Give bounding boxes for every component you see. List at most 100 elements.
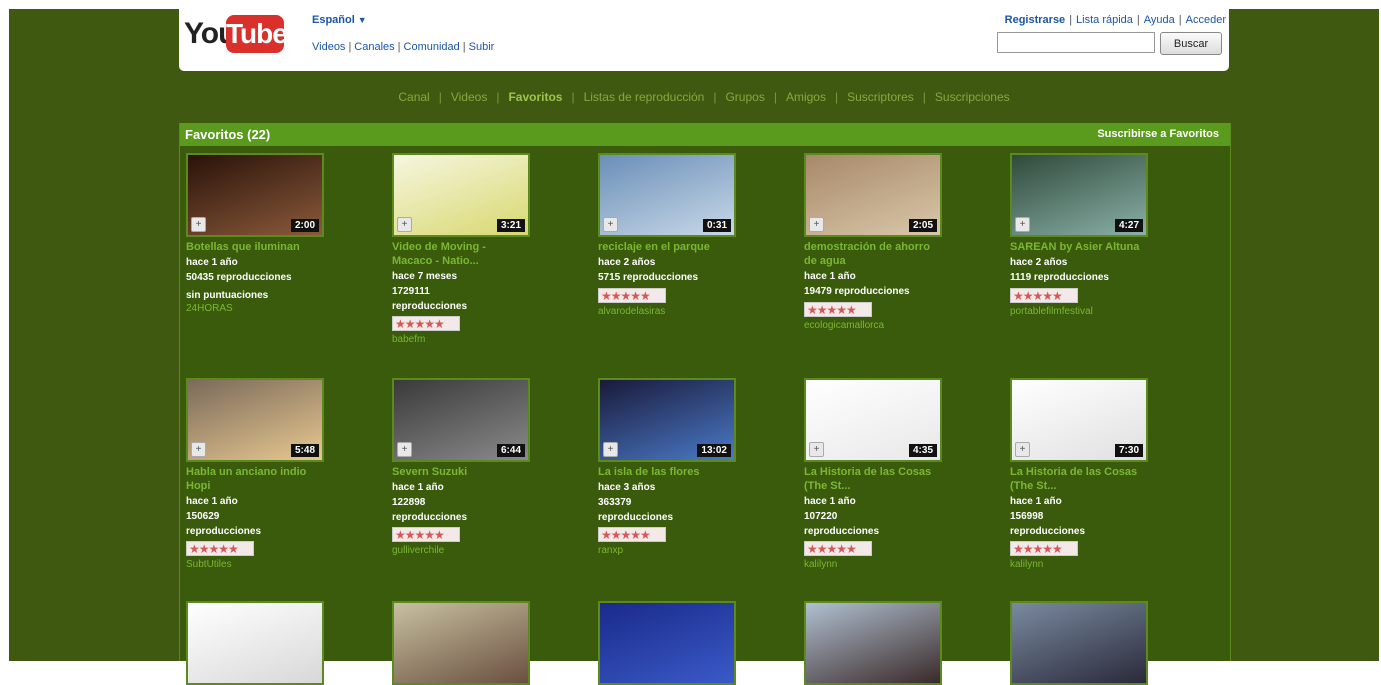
add-to-quicklist-icon[interactable]: + [397,217,412,232]
nav-comunidad[interactable]: Comunidad [404,41,460,53]
channel-tab-amigos[interactable]: Amigos [786,90,826,104]
video-views: 107220 reproducciones [804,511,880,537]
language-label: Español [312,14,355,26]
video-thumbnail[interactable] [598,601,736,685]
video-thumbnail[interactable]: +2:00 [186,153,324,237]
rating-stars: ★★★★★ [1010,541,1078,556]
video-title-link[interactable]: Botellas que iluminan [186,240,316,254]
language-selector[interactable]: Español ▼ [312,14,367,26]
rating-stars: ★★★★★ [392,316,460,331]
rating-stars: ★★★★★ [804,302,872,317]
video-duration: 5:48 [290,444,319,457]
video-views: 363379 reproducciones [598,497,674,523]
add-to-quicklist-icon[interactable]: + [809,442,824,457]
nav-canales[interactable]: Canales [354,41,394,53]
account-links: Registrarse | Lista rápida | Ayuda | Acceder [1004,14,1226,26]
video-uploader-link[interactable]: ecologicamallorca [804,320,884,331]
video-uploader-link[interactable]: 24HORAS [186,303,233,314]
video-thumbnail[interactable] [186,601,324,685]
logo-tube-text: Tube [226,15,288,53]
video-title-link[interactable]: reciclaje en el parque [598,240,728,254]
video-uploader-link[interactable]: SubtUtiles [186,559,232,570]
video-rating-text: sin puntuaciones [186,290,269,301]
video-uploader-link[interactable]: portablefilmfestival [1010,306,1093,317]
register-link[interactable]: Registrarse [1005,14,1066,26]
favorites-title: Favoritos (22) [185,127,271,142]
rating-stars: ★★★★★ [598,288,666,303]
video-uploader-link[interactable]: gulliverchile [392,545,444,556]
add-to-quicklist-icon[interactable]: + [1015,442,1030,457]
video-thumbnail[interactable]: +2:05 [804,153,942,237]
rating-stars: ★★★★★ [392,527,460,542]
video-thumbnail[interactable]: +13:02 [598,378,736,462]
channel-tab-canal[interactable]: Canal [398,90,429,104]
video-duration: 13:02 [697,444,731,457]
video-age: hace 7 meses [392,271,458,282]
subscribe-favorites-link[interactable]: Suscribirse a Favoritos [1097,128,1219,140]
rating-stars: ★★★★★ [804,541,872,556]
video-duration: 6:44 [496,444,525,457]
video-age: hace 1 año [186,496,238,507]
video-title-link[interactable]: La Historia de las Cosas (The St... [804,465,934,493]
video-title-link[interactable]: SAREAN by Asier Altuna [1010,240,1140,254]
search-input[interactable] [997,32,1155,53]
rating-stars: ★★★★★ [598,527,666,542]
video-views: 156998 reproducciones [1010,511,1086,537]
add-to-quicklist-icon[interactable]: + [191,217,206,232]
add-to-quicklist-icon[interactable]: + [1015,217,1030,232]
video-title-link[interactable]: demostración de ahorro de agua [804,240,934,268]
video-views: 122898 reproducciones [392,497,468,523]
video-thumbnail[interactable] [392,601,530,685]
video-age: hace 1 año [186,257,238,268]
add-to-quicklist-icon[interactable]: + [191,442,206,457]
video-age: hace 1 año [392,482,444,493]
video-thumbnail[interactable]: +4:35 [804,378,942,462]
nav-subir[interactable]: Subir [469,41,495,53]
video-views: 19479 reproducciones [804,286,910,297]
video-views: 1119 reproducciones [1010,272,1109,283]
quicklist-link[interactable]: Lista rápida [1076,14,1133,26]
search-button[interactable]: Buscar [1160,32,1222,55]
video-duration: 2:05 [908,219,937,232]
video-title-link[interactable]: Video de Moving - Macaco - Natio... [392,240,522,268]
channel-tab-suscriptores[interactable]: Suscriptores [847,90,914,104]
video-duration: 0:31 [702,219,731,232]
video-duration: 4:35 [908,444,937,457]
video-uploader-link[interactable]: babefm [392,334,425,345]
add-to-quicklist-icon[interactable]: + [809,217,824,232]
video-thumbnail[interactable]: +5:48 [186,378,324,462]
channel-tab-listas[interactable]: Listas de reproducción [584,90,705,104]
video-thumbnail[interactable]: +0:31 [598,153,736,237]
video-uploader-link[interactable]: ranxp [598,545,623,556]
favorites-panel: Favoritos (22) Suscribirse a Favoritos +… [179,123,1231,685]
top-nav: Videos | Canales | Comunidad | Subir [312,41,495,53]
video-uploader-link[interactable]: alvarodelasiras [598,306,665,317]
add-to-quicklist-icon[interactable]: + [603,442,618,457]
video-views: 1729111 reproducciones [392,286,468,312]
login-link[interactable]: Acceder [1186,14,1226,26]
video-uploader-link[interactable]: kalilynn [804,559,837,570]
video-thumbnail[interactable]: +6:44 [392,378,530,462]
add-to-quicklist-icon[interactable]: + [397,442,412,457]
video-title-link[interactable]: Habla un anciano indio Hopi [186,465,316,493]
help-link[interactable]: Ayuda [1144,14,1175,26]
video-thumbnail[interactable]: +4:27 [1010,153,1148,237]
channel-tab-favoritos[interactable]: Favoritos [508,90,562,104]
video-title-link[interactable]: La Historia de las Cosas (The St... [1010,465,1140,493]
video-thumbnail[interactable] [804,601,942,685]
rating-stars: ★★★★★ [186,541,254,556]
video-thumbnail[interactable] [1010,601,1148,685]
youtube-logo[interactable]: You Tube [184,13,294,57]
video-uploader-link[interactable]: kalilynn [1010,559,1043,570]
video-views: 5715 reproducciones [598,272,699,283]
video-views: 50435 reproducciones [186,272,292,283]
channel-tab-grupos[interactable]: Grupos [725,90,764,104]
video-title-link[interactable]: Severn Suzuki [392,465,522,479]
nav-videos[interactable]: Videos [312,41,345,53]
add-to-quicklist-icon[interactable]: + [603,217,618,232]
channel-tab-suscripciones[interactable]: Suscripciones [935,90,1010,104]
video-title-link[interactable]: La isla de las flores [598,465,728,479]
video-thumbnail[interactable]: +3:21 [392,153,530,237]
video-thumbnail[interactable]: +7:30 [1010,378,1148,462]
channel-tab-videos[interactable]: Videos [451,90,487,104]
